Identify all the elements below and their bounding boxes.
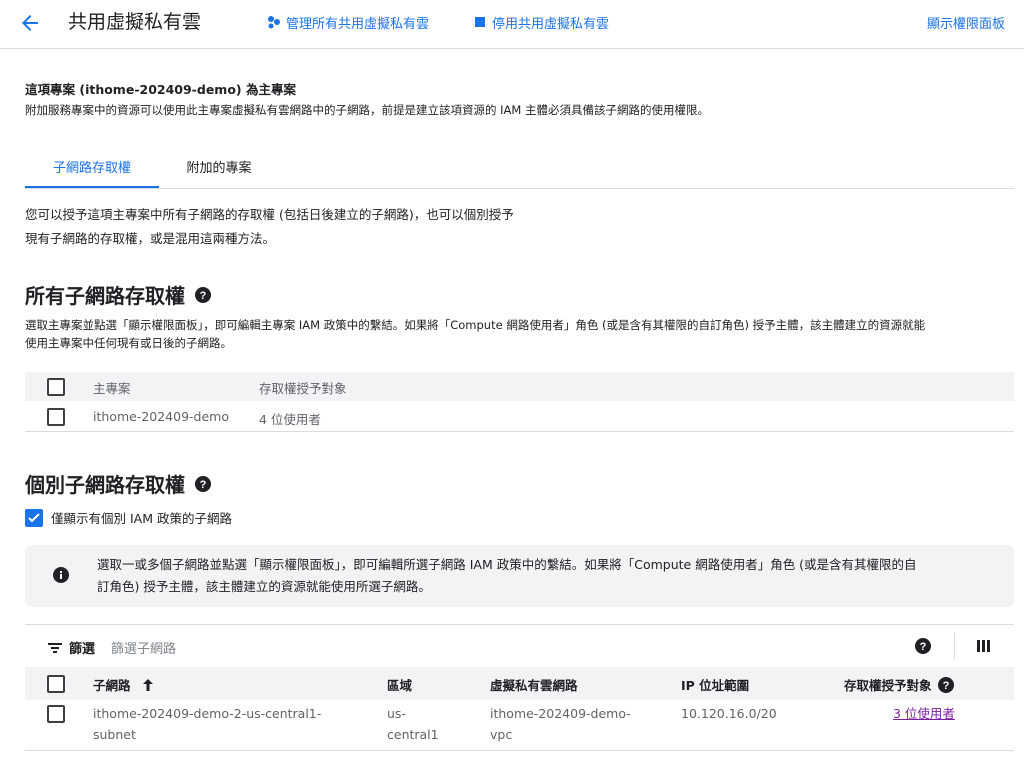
- region-line-2: central1: [387, 727, 439, 742]
- select-all-checkbox[interactable]: [47, 378, 65, 396]
- column-region: 區域: [387, 678, 413, 693]
- subnet-vpc-network: ithome-202409-demo- vpc: [490, 703, 631, 745]
- host-project-name: ithome-202409-demo: [93, 409, 229, 424]
- info-icon: [52, 566, 70, 584]
- host-project-table: 主專案 存取權授予對象 ithome-202409-demo 4 位使用者: [25, 372, 1014, 432]
- info-banner-text: 選取一或多個子網路並點選「顯示權限面板」，即可編輯所選子網路 IAM 政策中的繫…: [97, 554, 1002, 598]
- intro-line-1: 您可以授予這項主專案中所有子網路的存取權 (包括日後建立的子網路)，也可以個別授…: [25, 207, 514, 222]
- filter-subnet-input[interactable]: 篩選子網路: [111, 638, 176, 657]
- tab-bar: 子網路存取權 附加的專案: [25, 152, 1014, 189]
- column-display-options-icon[interactable]: [977, 639, 991, 653]
- vpc-line-2: vpc: [490, 727, 513, 742]
- host-project-title: 這項專案 (ithome-202409-demo) 為主專案: [25, 82, 296, 97]
- all-access-desc-line-1: 選取主專案並點選「顯示權限面板」，即可編輯主專案 IAM 政策中的繫結。如果將「…: [25, 318, 926, 332]
- vpc-line-1: ithome-202409-demo-: [490, 706, 631, 721]
- disable-shared-vpc-button[interactable]: 停用共用虛擬私有雲: [472, 12, 609, 32]
- sort-arrow-up-icon: [141, 678, 155, 692]
- back-arrow-icon[interactable]: [18, 11, 42, 35]
- subnet-table: 子網路 區域 虛擬私有雲網路 IP 位址範圍 存取權授予對象 ? ithome-…: [25, 667, 1014, 751]
- checked-checkbox-icon[interactable]: [25, 508, 43, 527]
- info-line-2: 訂角色) 授予主體，該主體建立的資源就能使用所選子網路。: [97, 579, 431, 594]
- subnet-name-line-2: subnet: [93, 727, 136, 742]
- table-header-row: 子網路 區域 虛擬私有雲網路 IP 位址範圍 存取權授予對象 ?: [25, 667, 1014, 700]
- row-checkbox[interactable]: [47, 408, 65, 426]
- filter-button[interactable]: 篩選: [47, 638, 95, 657]
- filter-label: 篩選: [69, 642, 96, 657]
- disable-shared-vpc-label: 停用共用虛擬私有雲: [492, 16, 610, 32]
- stop-icon: [472, 14, 488, 30]
- row-checkbox[interactable]: [47, 705, 65, 723]
- tab-attached-projects[interactable]: 附加的專案: [159, 152, 279, 188]
- svg-text:?: ?: [200, 479, 207, 491]
- intro-line-2: 現有子網路的存取權，或是混用這兩種方法。: [25, 231, 276, 246]
- svg-text:?: ?: [942, 680, 949, 692]
- help-icon[interactable]: ?: [195, 286, 211, 303]
- region-line-1: us-: [387, 706, 406, 721]
- all-subnet-access-description: 選取主專案並點選「顯示權限面板」，即可編輯主專案 IAM 政策中的繫結。如果將「…: [25, 316, 1015, 352]
- individual-subnet-access-heading: 個別子網路存取權 ?: [25, 469, 211, 498]
- individual-subnet-access-title: 個別子網路存取權: [25, 473, 185, 497]
- manage-icon: [266, 14, 282, 30]
- subnet-name-line-1: ithome-202409-demo-2-us-central1-: [93, 706, 322, 721]
- subnet-name: ithome-202409-demo-2-us-central1- subnet: [93, 703, 321, 745]
- table-divider: [25, 431, 1014, 432]
- iam-policy-filter-checkbox-row[interactable]: 僅顯示有個別 IAM 政策的子網路: [25, 508, 232, 527]
- table-row: ithome-202409-demo 4 位使用者: [25, 401, 1014, 431]
- help-icon[interactable]: ?: [195, 475, 211, 492]
- host-project-description: 附加服務專案中的資源可以使用此主專案虛擬私有雲網路中的子網路，前提是建立該項資源…: [25, 103, 709, 117]
- show-permissions-panel-button[interactable]: 顯示權限面板: [927, 12, 1005, 32]
- column-subnet-label: 子網路: [93, 678, 131, 693]
- table-divider: [25, 750, 1014, 751]
- column-grantees: 存取權授予對象: [259, 381, 347, 396]
- help-icon[interactable]: ?: [915, 638, 931, 654]
- filter-icon: [47, 640, 63, 656]
- page-header: 共用虛擬私有雲 管理所有共用虛擬私有雲 停用共用虛擬私有雲 顯示權限面板: [0, 0, 1024, 49]
- table-row: ithome-202409-demo-2-us-central1- subnet…: [25, 700, 1014, 750]
- column-subnet[interactable]: 子網路: [93, 675, 155, 694]
- table-header-row: 主專案 存取權授予對象: [25, 372, 1014, 401]
- all-access-desc-line-2: 使用主專案中任何現有或日後的子網路。: [25, 336, 232, 350]
- subnet-ip-range: 10.120.16.0/20: [681, 706, 777, 721]
- all-subnet-access-heading: 所有子網路存取權 ?: [25, 280, 211, 309]
- select-all-checkbox[interactable]: [47, 675, 65, 693]
- subnet-region: us- central1: [387, 703, 439, 745]
- help-icon[interactable]: ?: [937, 676, 954, 693]
- svg-text:?: ?: [200, 290, 207, 302]
- show-permissions-panel-label: 顯示權限面板: [927, 16, 1006, 32]
- subnet-grantees-link[interactable]: 3 位使用者: [893, 703, 955, 724]
- column-grantees: 存取權授予對象 ?: [844, 675, 954, 694]
- page-title: 共用虛擬私有雲: [68, 11, 202, 33]
- host-project-grantees: 4 位使用者: [259, 412, 321, 427]
- info-line-1: 選取一或多個子網路並點選「顯示權限面板」，即可編輯所選子網路 IAM 政策中的繫…: [97, 557, 917, 572]
- intro-text: 您可以授予這項主專案中所有子網路的存取權 (包括日後建立的子網路)，也可以個別授…: [25, 203, 585, 251]
- column-vpc-network: 虛擬私有雲網路: [490, 678, 578, 693]
- manage-shared-vpc-label: 管理所有共用虛擬私有雲: [286, 16, 430, 32]
- all-subnet-access-title: 所有子網路存取權: [25, 284, 185, 308]
- svg-text:?: ?: [920, 641, 927, 653]
- info-banner: 選取一或多個子網路並點選「顯示權限面板」，即可編輯所選子網路 IAM 政策中的繫…: [25, 545, 1014, 607]
- manage-shared-vpc-button[interactable]: 管理所有共用虛擬私有雲: [266, 12, 429, 32]
- column-host-project: 主專案: [93, 381, 131, 396]
- column-ip-range: IP 位址範圍: [681, 678, 750, 693]
- filter-bar: 篩選 篩選子網路 ?: [25, 624, 1014, 667]
- column-grantees-label: 存取權授予對象: [844, 678, 932, 693]
- iam-policy-filter-label: 僅顯示有個別 IAM 政策的子網路: [51, 511, 232, 526]
- tab-subnet-access[interactable]: 子網路存取權: [25, 152, 159, 188]
- toolbar-divider: [954, 633, 955, 659]
